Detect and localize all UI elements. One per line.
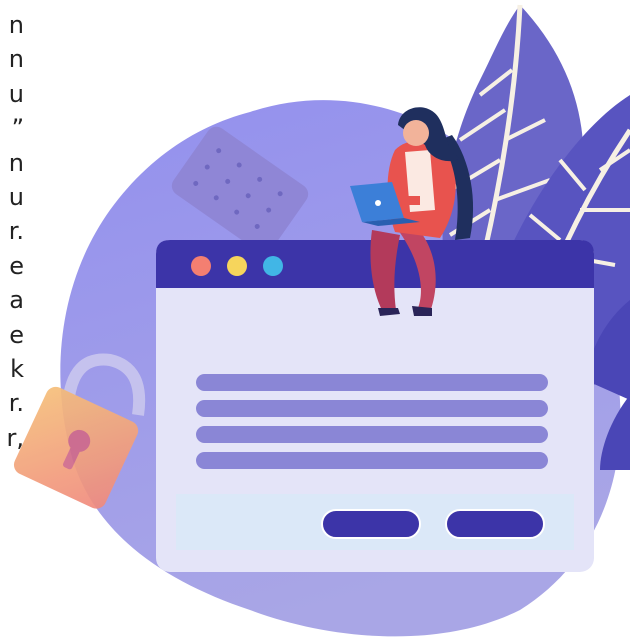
- maximize-dot-icon: [263, 256, 283, 276]
- secondary-button[interactable]: [445, 509, 545, 539]
- primary-button[interactable]: [321, 509, 421, 539]
- security-illustration: [13, 4, 630, 637]
- close-dot-icon: [191, 256, 211, 276]
- minimize-dot-icon: [227, 256, 247, 276]
